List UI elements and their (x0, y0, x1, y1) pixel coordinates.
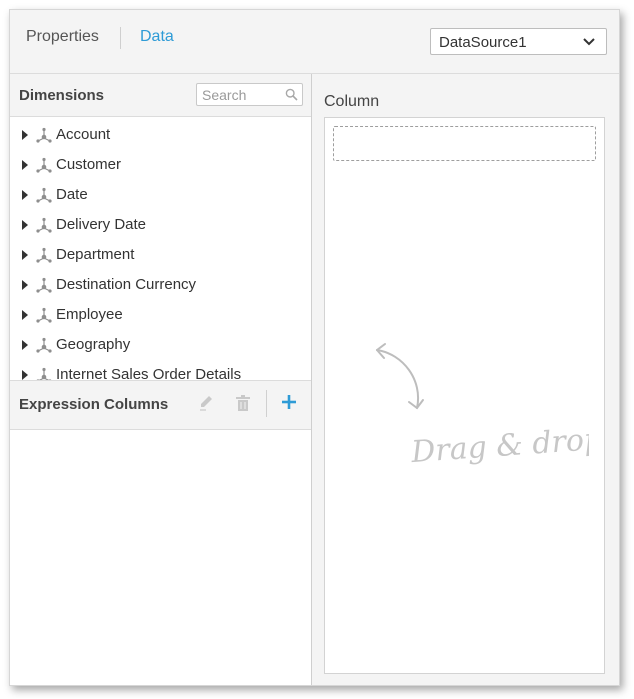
hierarchy-icon (36, 367, 52, 380)
list-item[interactable]: Department (10, 240, 311, 270)
trash-icon[interactable] (235, 394, 251, 412)
dimension-label: Account (56, 126, 111, 143)
list-item[interactable]: Employee (10, 300, 311, 330)
search-input[interactable] (202, 85, 282, 104)
hierarchy-icon (36, 217, 52, 233)
hierarchy-icon (36, 127, 52, 143)
expand-caret-icon[interactable] (22, 250, 28, 260)
list-item[interactable]: Destination Currency (10, 270, 311, 300)
expression-columns-header: Expression Columns (10, 380, 311, 430)
curved-arrow-icon (376, 343, 424, 410)
hierarchy-icon (36, 307, 52, 323)
panel-header: Properties Data DataSource1 (10, 10, 619, 74)
dimension-label: Date (56, 186, 88, 203)
drag-drop-text: Drag & drop (409, 422, 589, 470)
dimension-label: Internet Sales Order Details (56, 366, 242, 380)
dimension-label: Customer (56, 156, 122, 173)
hierarchy-icon (36, 277, 52, 293)
expand-caret-icon[interactable] (22, 370, 28, 380)
dimension-label: Department (56, 246, 135, 263)
dimension-label: Delivery Date (56, 216, 147, 233)
data-properties-panel: Properties Data DataSource1 Dimensions S… (9, 9, 620, 686)
dimension-label: Employee (56, 306, 123, 323)
pencil-icon[interactable] (198, 394, 214, 412)
dimension-label: Geography (56, 336, 131, 353)
expand-caret-icon[interactable] (22, 310, 28, 320)
datasource-value: DataSource1 (439, 34, 527, 51)
tab-divider (120, 27, 121, 49)
column-title: Column (324, 93, 380, 110)
expand-caret-icon[interactable] (22, 280, 28, 290)
dimensions-list: Account Customer Date Delivery Date Depa (10, 117, 311, 380)
hierarchy-icon (36, 337, 52, 353)
dimensions-header: Dimensions (10, 74, 311, 117)
list-item[interactable]: Customer (10, 150, 311, 180)
column-panel: Column Drag & drop (312, 74, 619, 685)
hierarchy-icon (36, 157, 52, 173)
column-drop-area[interactable]: Drag & drop (324, 117, 605, 674)
left-panel: Dimensions Account Customer (10, 74, 312, 685)
drag-drop-hint: Drag & drop (409, 422, 589, 470)
hierarchy-icon (36, 187, 52, 203)
list-item[interactable]: Date (10, 180, 311, 210)
expand-caret-icon[interactable] (22, 340, 28, 350)
tab-data[interactable]: Data (140, 28, 174, 46)
list-item[interactable]: Geography (10, 330, 311, 360)
tab-properties[interactable]: Properties (26, 28, 99, 46)
expand-caret-icon[interactable] (22, 130, 28, 140)
toolbar-divider (266, 390, 267, 417)
hierarchy-icon (36, 247, 52, 263)
datasource-dropdown[interactable]: DataSource1 (430, 28, 607, 55)
search-icon[interactable] (285, 88, 298, 101)
dimensions-title: Dimensions (19, 87, 105, 104)
list-item[interactable]: Delivery Date (10, 210, 311, 240)
list-item[interactable]: Account (10, 120, 311, 150)
expression-columns-title: Expression Columns (19, 396, 169, 413)
expand-caret-icon[interactable] (22, 190, 28, 200)
dimension-label: Destination Currency (56, 276, 197, 293)
list-item[interactable]: Internet Sales Order Details (10, 360, 311, 380)
chevron-down-icon (583, 38, 595, 46)
column-drop-slot[interactable] (333, 126, 596, 161)
expand-caret-icon[interactable] (22, 220, 28, 230)
plus-icon[interactable] (280, 393, 298, 411)
expand-caret-icon[interactable] (22, 160, 28, 170)
dimensions-search-box[interactable] (196, 83, 303, 106)
